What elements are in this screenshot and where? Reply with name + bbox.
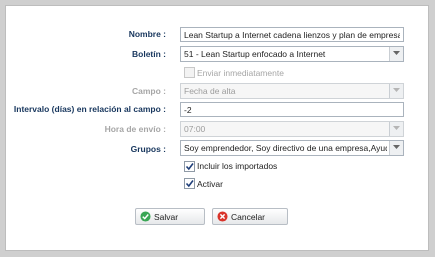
grupos-select[interactable]: Soy emprendedor, Soy directivo de una em…	[180, 140, 404, 156]
save-button-label: Salvar	[154, 212, 179, 222]
campo-value: Fecha de alta	[184, 86, 236, 96]
incluir-importados-checkbox[interactable]	[184, 161, 195, 172]
hora-envio-select[interactable]: 07:00	[180, 121, 404, 137]
newsletter-dialog: Nombre : Boletín : 51 - Lean Startup enf…	[5, 5, 429, 251]
grupos-value: Soy emprendedor, Soy directivo de una em…	[184, 143, 387, 153]
checkmark-icon	[185, 180, 194, 188]
enviar-inmediatamente-label: Enviar inmediatamente	[197, 68, 284, 78]
incluir-importados-label: Incluir los importados	[197, 161, 278, 171]
cancel-icon	[217, 211, 228, 222]
chevron-down-icon[interactable]	[389, 84, 403, 98]
boletin-label: Boletín :	[132, 49, 166, 59]
boletin-select[interactable]: 51 - Lean Startup enfocado a Internet	[180, 46, 404, 62]
hora-envio-label: Hora de envío :	[104, 124, 166, 134]
hora-envio-value: 07:00	[184, 124, 206, 134]
intervalo-input[interactable]	[180, 102, 404, 117]
boletin-value: 51 - Lean Startup enfocado a Internet	[184, 49, 326, 59]
nombre-input[interactable]	[180, 27, 404, 42]
chevron-down-icon[interactable]	[389, 141, 403, 155]
nombre-label: Nombre :	[128, 29, 166, 39]
chevron-down-icon[interactable]	[389, 47, 403, 61]
campo-label: Campo :	[132, 86, 166, 96]
chevron-down-icon[interactable]	[389, 122, 403, 136]
campo-select[interactable]: Fecha de alta	[180, 83, 404, 99]
activar-checkbox[interactable]	[184, 178, 195, 189]
check-icon	[140, 211, 151, 222]
cancel-button[interactable]: Cancelar	[212, 208, 288, 225]
enviar-inmediatamente-checkbox[interactable]	[184, 67, 195, 78]
save-button[interactable]: Salvar	[135, 208, 205, 225]
activar-label: Activar	[197, 179, 223, 189]
grupos-label: Grupos :	[130, 144, 166, 154]
intervalo-label: Intervalo (días) en relación al campo :	[13, 104, 166, 114]
checkmark-icon	[185, 163, 194, 171]
cancel-button-label: Cancelar	[231, 212, 266, 222]
